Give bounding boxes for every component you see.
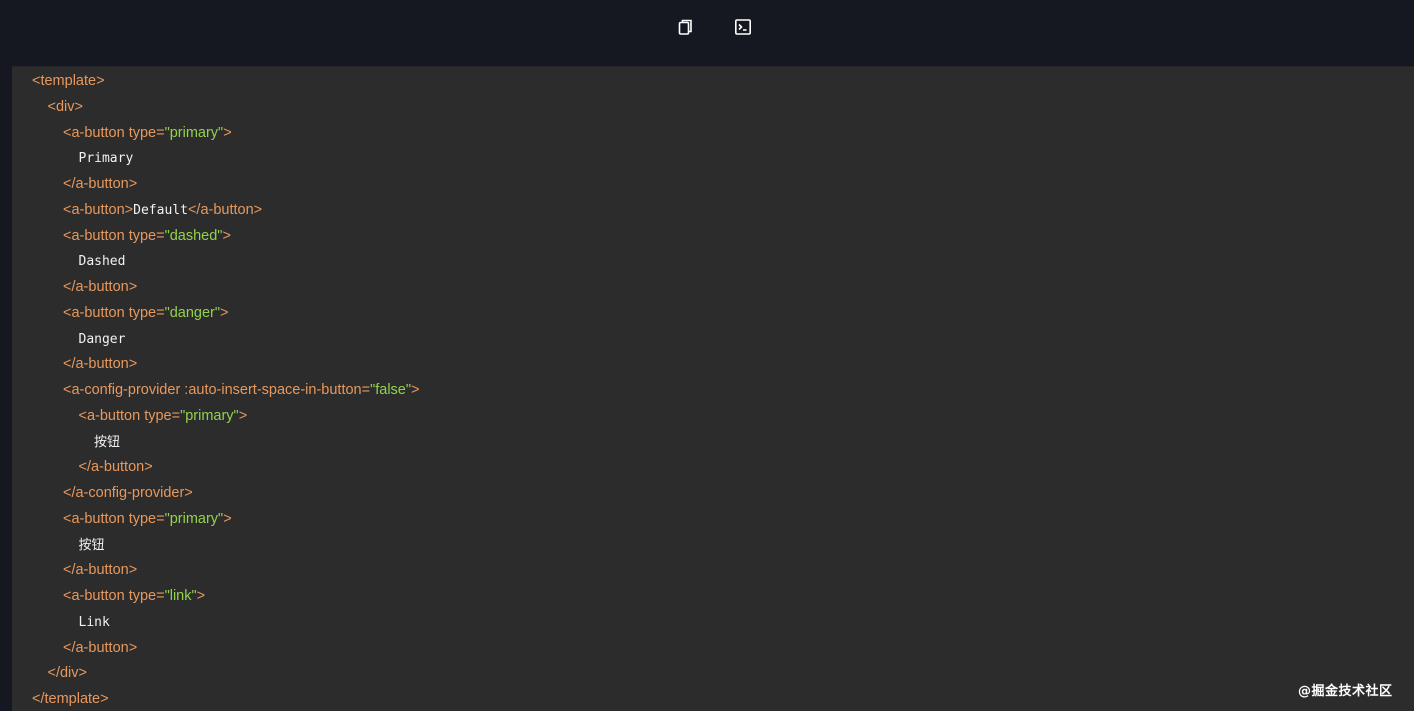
code-tag: </template>: [32, 691, 109, 707]
code-line: </a-button>: [63, 173, 137, 195]
code-tag: </a-config-provider>: [63, 485, 193, 501]
code-tag: <a-button type=: [63, 124, 165, 141]
code-string: "false": [370, 382, 412, 398]
code-tag: <a-config-provider :auto-insert-space-in…: [63, 382, 371, 398]
code-line: </a-button>: [63, 276, 137, 298]
code-tag: </a-button>: [78, 459, 153, 476]
code-line: <a-button type="link">: [63, 585, 205, 607]
code-tag: <a-button type=: [63, 304, 165, 321]
code-string: "danger": [164, 304, 221, 321]
code-tag: <template>: [32, 73, 105, 89]
code-tag: </a-button>: [63, 562, 138, 579]
code-line: <a-button>Default</a-button>: [63, 199, 262, 221]
code-text: 按钮: [78, 537, 105, 553]
code-string: "primary": [164, 510, 224, 527]
code-line: </a-button>: [63, 353, 137, 375]
code-string: "primary": [180, 407, 239, 424]
code-tag: >: [220, 304, 229, 321]
code-text: Danger: [78, 331, 126, 347]
code-text: Default: [133, 202, 188, 218]
code-line: <a-button type="danger">: [63, 302, 229, 324]
code-line: </template>: [32, 688, 109, 710]
code-line: <a-config-provider :auto-insert-space-in…: [63, 379, 419, 401]
code-tag: </a-button>: [63, 176, 138, 192]
code-block: <template> <div> <a-button type="primary">…: [12, 66, 1414, 711]
code-line: <a-button type="dashed">: [63, 225, 231, 247]
code-line: Danger: [79, 328, 126, 350]
copy-icon[interactable]: [676, 18, 694, 36]
code-string: "link": [164, 588, 197, 604]
code-line: </a-config-provider>: [63, 482, 193, 504]
terminal-icon[interactable]: [734, 18, 752, 36]
code-tag: <a-button type=: [63, 227, 165, 244]
code-tag: <div>: [47, 98, 83, 115]
code-line: </a-button>: [63, 637, 137, 659]
code-line: </a-button>: [63, 559, 137, 581]
code-tag: </a-button>: [63, 356, 138, 373]
code-string: "dashed": [164, 227, 223, 244]
code-line: Primary: [79, 147, 134, 169]
code-toolbar: [0, 0, 1414, 66]
watermark: @掘金技术社区: [1298, 684, 1393, 699]
code-tag: <a-button type=: [63, 510, 165, 527]
code-tag: </a-button>: [63, 279, 138, 295]
code-tag: <a-button>: [63, 201, 134, 218]
code-tag: </div>: [47, 665, 88, 682]
code-tag: >: [411, 382, 420, 398]
code-line: 按钮: [94, 431, 120, 453]
code-string: "primary": [164, 124, 224, 141]
code-line: <a-button type="primary">: [79, 405, 248, 427]
code-line: Dashed: [79, 250, 126, 272]
code-text: Dashed: [78, 254, 126, 270]
code-line: <a-button type="primary">: [63, 122, 232, 144]
code-line: Link: [79, 611, 110, 633]
code-line: <template>: [32, 70, 105, 92]
code-tag: <a-button type=: [63, 588, 165, 604]
code-text: Primary: [78, 151, 134, 167]
code-tag: </a-button>: [187, 201, 263, 218]
code-line: <a-button type="primary">: [63, 508, 232, 530]
code-line: </div>: [48, 662, 88, 684]
code-tag: >: [196, 588, 206, 604]
code-tag: </a-button>: [63, 639, 138, 656]
code-tag: >: [238, 407, 248, 424]
code-line: </a-button>: [79, 456, 153, 478]
code-text: 按钮: [94, 434, 121, 450]
code-text: Link: [78, 614, 110, 630]
code-line: 按钮: [79, 534, 105, 556]
code-line: <div>: [48, 96, 83, 118]
code-tag: >: [223, 124, 232, 141]
code-tag: >: [223, 510, 232, 527]
code-tag: >: [222, 227, 231, 244]
code-tag: <a-button type=: [78, 407, 181, 424]
